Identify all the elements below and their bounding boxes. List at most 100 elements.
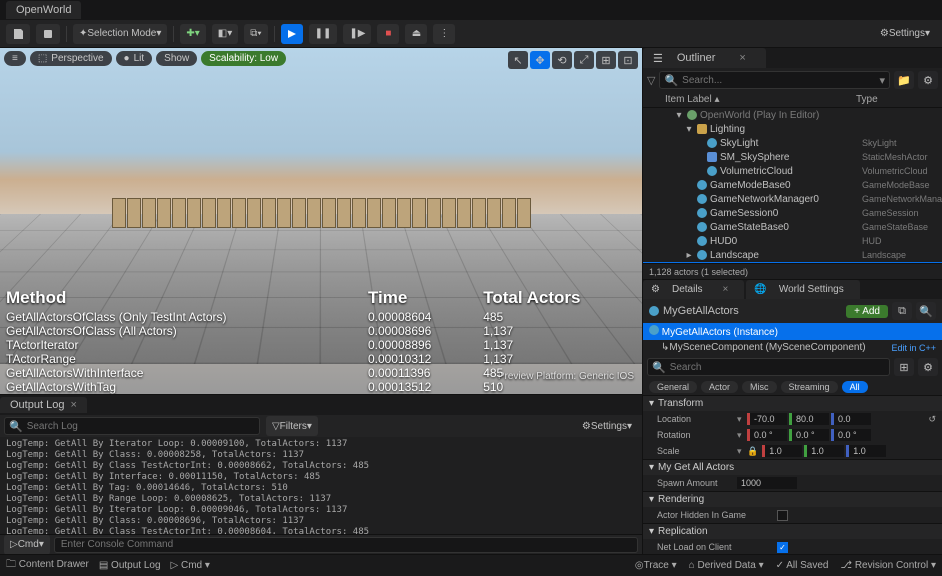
world-settings-tab[interactable]: 🌐 World Settings bbox=[746, 280, 859, 299]
sequencer-button[interactable]: ⧉▾ bbox=[244, 24, 267, 44]
viewport[interactable]: ≡ ⬚ Perspective ● Lit Show Scalability: … bbox=[0, 48, 642, 394]
select-tool[interactable]: ↖ bbox=[508, 51, 528, 69]
outliner-search[interactable]: 🔍 ▾ bbox=[659, 71, 890, 89]
add-component-button[interactable]: + Add bbox=[846, 305, 888, 318]
tree-row[interactable]: ▾OpenWorld (Play In Editor) bbox=[643, 108, 942, 122]
details-panel: ⚙ Details × 🌐 World Settings MyGetAllAct… bbox=[643, 279, 942, 554]
hierarchy-button[interactable]: ⧉ bbox=[892, 302, 912, 320]
outliner-panel: ☰ Outliner × ▽ 🔍 ▾ 📁 ⚙ Item Label ▴ Type… bbox=[643, 48, 942, 279]
hidden-checkbox[interactable] bbox=[777, 510, 788, 521]
settings-button[interactable]: ⚙ Settings ▾ bbox=[874, 24, 936, 44]
pause-button[interactable]: ❚❚ bbox=[309, 24, 338, 44]
col-item-label[interactable]: Item Label ▴ bbox=[665, 94, 856, 105]
section-replication[interactable]: ▾ Replication bbox=[643, 524, 942, 539]
close-icon[interactable]: × bbox=[70, 399, 76, 411]
derived-data-button[interactable]: ⌂ Derived Data ▾ bbox=[689, 560, 764, 571]
close-icon[interactable]: × bbox=[729, 50, 755, 66]
browse-button[interactable] bbox=[36, 24, 60, 44]
details-search[interactable]: 🔍 bbox=[647, 358, 890, 376]
details-settings-button[interactable]: ⚙ bbox=[918, 358, 938, 376]
lock-icon[interactable]: 🔒 bbox=[747, 446, 758, 457]
property-matrix-button[interactable]: ⊞ bbox=[894, 358, 914, 376]
filter-streaming[interactable]: Streaming bbox=[781, 381, 838, 393]
scale-tool[interactable]: ⤢ bbox=[574, 51, 594, 69]
rotation-input[interactable]: 0.0 °0.0 °0.0 ° bbox=[747, 429, 936, 441]
output-log-button[interactable]: ▤ Output Log bbox=[99, 560, 161, 571]
details-search-input[interactable] bbox=[670, 362, 885, 373]
lit-button[interactable]: ● Lit bbox=[116, 51, 153, 66]
cmd-button[interactable]: ▷ Cmd ▾ bbox=[171, 560, 210, 571]
camera-speed-button[interactable]: ⊡ bbox=[618, 51, 638, 69]
perspective-button[interactable]: ⬚ Perspective bbox=[30, 51, 112, 66]
log-content[interactable]: LogTemp: GetAll By Iterator Loop: 0.0000… bbox=[0, 437, 642, 534]
instance-row[interactable]: MyGetAllActors (Instance) bbox=[643, 323, 942, 340]
tree-row[interactable]: GameModeBase0GameModeBase bbox=[643, 178, 942, 192]
content-drawer-button[interactable]: 🗀 Content Drawer bbox=[6, 557, 89, 574]
new-folder-button[interactable]: 📁 bbox=[894, 71, 914, 89]
level-tab[interactable]: OpenWorld bbox=[6, 1, 81, 19]
tree-row[interactable]: GameStateBase0GameStateBase bbox=[643, 220, 942, 234]
add-content-button[interactable]: ✚▾ bbox=[180, 24, 205, 44]
outliner-search-input[interactable] bbox=[682, 75, 875, 86]
all-saved-label[interactable]: ✓ All Saved bbox=[776, 560, 829, 571]
cmd-type-button[interactable]: ▷ Cmd ▾ bbox=[4, 535, 50, 555]
search-icon: 🔍 bbox=[9, 420, 23, 433]
filter-misc[interactable]: Misc bbox=[742, 381, 777, 393]
selection-mode-button[interactable]: ✦ Selection Mode ▾ bbox=[73, 24, 167, 44]
tree-row[interactable]: VolumetricCloudVolumetricCloud bbox=[643, 164, 942, 178]
reset-icon[interactable]: ↺ bbox=[928, 414, 936, 425]
blueprints-button[interactable]: ◧▾ bbox=[212, 24, 238, 44]
tree-row[interactable]: ▸LandscapeLandscape bbox=[643, 248, 942, 262]
col-type[interactable]: Type bbox=[856, 94, 936, 105]
save-button[interactable] bbox=[6, 24, 30, 44]
filter-actor[interactable]: Actor bbox=[701, 381, 738, 393]
play-options-button[interactable]: ⋮ bbox=[433, 24, 455, 44]
output-log-tab[interactable]: Output Log × bbox=[0, 397, 87, 413]
statusbar: 🗀 Content Drawer ▤ Output Log ▷ Cmd ▾ ◎T… bbox=[0, 554, 942, 576]
log-search-input[interactable] bbox=[27, 421, 255, 432]
log-settings-button[interactable]: ⚙ Settings ▾ bbox=[576, 416, 638, 436]
tree-row[interactable]: HUD0HUD bbox=[643, 234, 942, 248]
section-transform[interactable]: ▾ Transform bbox=[643, 396, 942, 411]
tree-row[interactable]: SM_SkySphereStaticMeshActor bbox=[643, 150, 942, 164]
location-input[interactable]: -70.080.00.0 bbox=[747, 413, 924, 425]
scale-input[interactable]: 1.01.01.0 bbox=[762, 445, 936, 457]
filter-all[interactable]: All bbox=[842, 381, 868, 393]
actor-name: MyGetAllActors bbox=[663, 305, 739, 317]
translate-tool[interactable]: ✥ bbox=[530, 51, 550, 69]
section-mygetall[interactable]: ▾ My Get All Actors bbox=[643, 460, 942, 475]
actor-icon bbox=[649, 306, 659, 316]
rotate-tool[interactable]: ⟲ bbox=[552, 51, 572, 69]
play-button[interactable] bbox=[281, 24, 303, 44]
show-button[interactable]: Show bbox=[156, 51, 197, 66]
spawn-amount-input[interactable]: 1000 bbox=[737, 477, 797, 489]
tree-row[interactable]: GameSession0GameSession bbox=[643, 206, 942, 220]
filter-general[interactable]: General bbox=[649, 381, 697, 393]
details-tab[interactable]: ⚙ Details × bbox=[643, 280, 744, 299]
component-row[interactable]: ↳ MySceneComponent (MySceneComponent) Ed… bbox=[643, 340, 942, 355]
revision-control-button[interactable]: ⎇ Revision Control ▾ bbox=[841, 560, 937, 571]
section-rendering[interactable]: ▾ Rendering bbox=[643, 492, 942, 507]
tree-row[interactable]: GameNetworkManager0GameNetworkManager bbox=[643, 192, 942, 206]
filter-icon[interactable]: ▽ bbox=[647, 74, 655, 87]
netload-checkbox[interactable]: ✓ bbox=[777, 542, 788, 553]
filters-button[interactable]: ▽ Filters ▾ bbox=[266, 416, 318, 436]
chevron-down-icon[interactable]: ▾ bbox=[879, 74, 885, 87]
scalability-badge[interactable]: Scalability: Low bbox=[201, 51, 286, 66]
close-icon[interactable]: × bbox=[715, 282, 737, 297]
tree-row[interactable]: SkyLightSkyLight bbox=[643, 136, 942, 150]
frame-skip-button[interactable]: ❚▶ bbox=[343, 24, 371, 44]
log-search[interactable]: 🔍 bbox=[4, 417, 260, 435]
browse-asset-button[interactable]: 🔍 bbox=[916, 302, 936, 320]
outliner-tab[interactable]: ☰ Outliner × bbox=[643, 48, 766, 68]
scene-cubes bbox=[39, 186, 604, 246]
console-input[interactable] bbox=[54, 537, 638, 553]
edit-cpp-link[interactable]: Edit in C++ bbox=[891, 343, 936, 353]
tree-row[interactable]: ▾Lighting bbox=[643, 122, 942, 136]
trace-button[interactable]: ◎Trace ▾ bbox=[635, 560, 677, 571]
stop-button[interactable]: ■ bbox=[377, 24, 399, 44]
viewport-menu[interactable]: ≡ bbox=[4, 51, 26, 66]
outliner-settings-button[interactable]: ⚙ bbox=[918, 71, 938, 89]
snap-button[interactable]: ⊞ bbox=[596, 51, 616, 69]
eject-button[interactable]: ⏏ bbox=[405, 24, 427, 44]
